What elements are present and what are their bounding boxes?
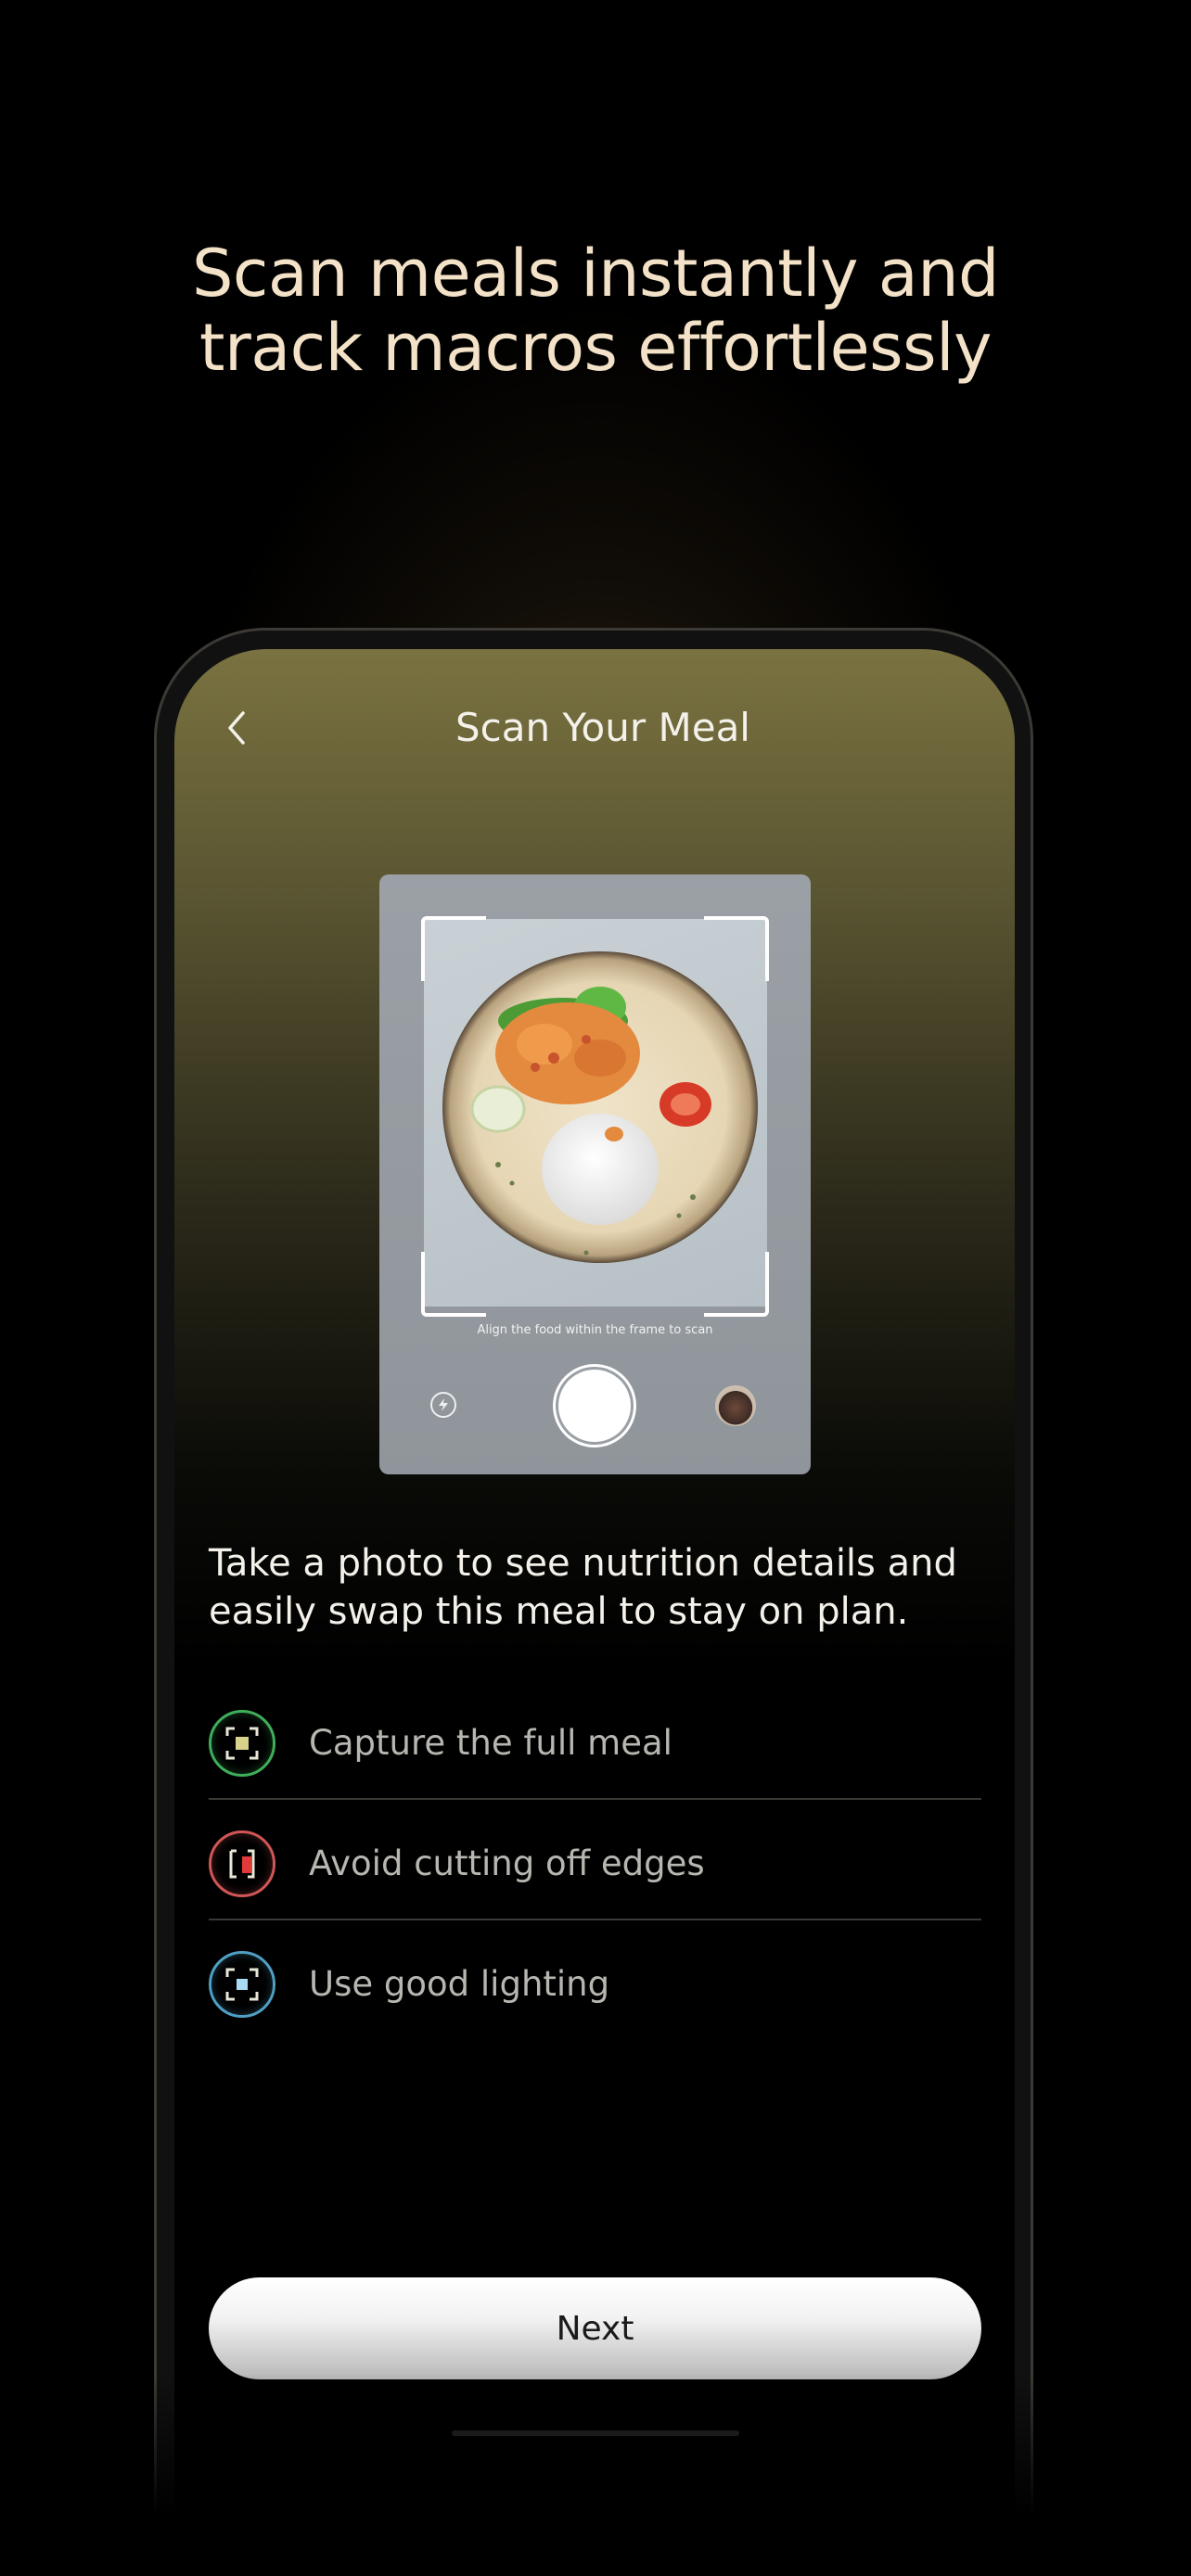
tip-row-good-lighting: Use good lighting [209,1924,981,2045]
divider [209,1798,981,1800]
scan-frame-corner-bottom-left [421,1252,486,1317]
screen-title: Scan Your Meal [455,705,750,750]
tip-row-capture-full-meal: Capture the full meal [209,1683,981,1804]
tip-icon-ring [209,1951,275,2018]
description-text: Take a photo to see nutrition details an… [209,1542,957,1633]
gallery-thumbnail[interactable] [715,1385,756,1426]
scan-frame-corner-top-right [704,916,769,981]
frame-light-icon [225,1968,259,2001]
camera-preview: Align the food within the frame to scan [379,874,811,1474]
back-button[interactable] [218,700,255,756]
headline-line-2: track macros effortlessly [199,310,992,386]
home-indicator [452,2430,739,2436]
bottom-fade [139,2374,1052,2576]
frame-cut-icon [229,1849,255,1879]
tip-label: Use good lighting [309,1964,610,2004]
chevron-left-icon [228,711,245,745]
flash-icon [439,1398,448,1411]
tip-row-avoid-cutting-edges: Avoid cutting off edges [209,1804,981,1924]
scan-frame-corner-top-left [421,916,486,981]
tip-icon-ring [209,1710,275,1777]
tip-icon-ring [209,1830,275,1897]
shutter-button[interactable] [558,1370,631,1442]
flash-button[interactable] [430,1392,456,1418]
tip-label: Capture the full meal [309,1723,672,1763]
next-button[interactable]: Next [209,2277,981,2379]
tip-label: Avoid cutting off edges [309,1843,705,1883]
scan-hint: Align the food within the frame to scan [477,1323,713,1337]
headline-line-1: Scan meals instantly and [191,236,1000,312]
divider [209,1919,981,1920]
scan-frame-corner-bottom-right [704,1252,769,1317]
headline: Scan meals instantly and track macros ef… [0,236,1191,385]
frame-full-icon [225,1727,259,1760]
onboarding-screen: Scan meals instantly and track macros ef… [0,0,1191,2576]
